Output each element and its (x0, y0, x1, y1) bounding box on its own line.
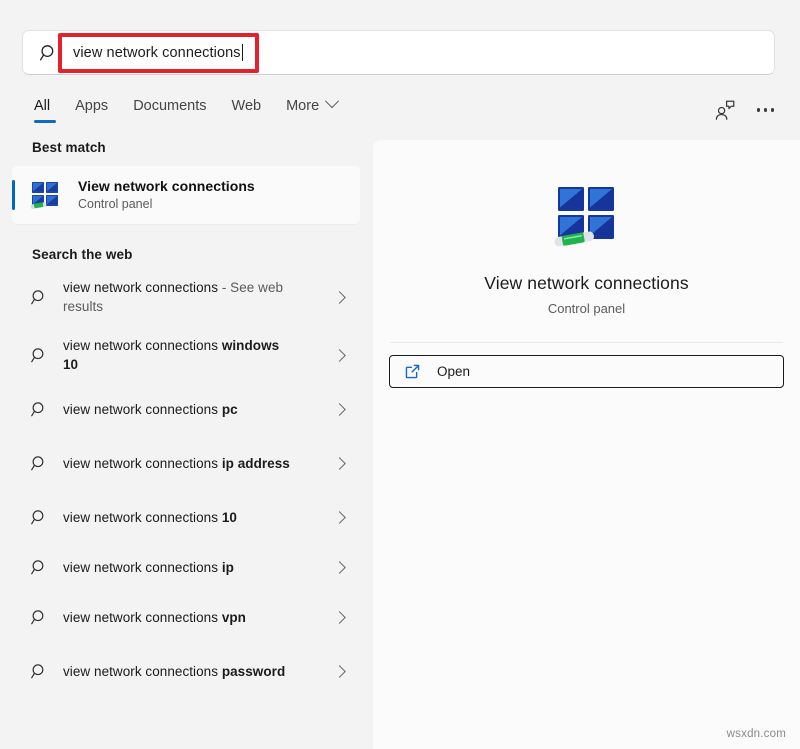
list-item-label: view network connections - See web resul… (63, 278, 291, 316)
list-item-label: view network connections pc (63, 400, 238, 419)
list-item-label: view network connections password (63, 662, 285, 681)
search-icon (30, 288, 49, 307)
tab-all[interactable]: All (30, 96, 71, 114)
list-item[interactable]: view network connections windows 10 (12, 326, 360, 384)
open-button-label: Open (437, 364, 470, 379)
search-input-value: view network connections (73, 45, 241, 61)
list-item[interactable]: view network connections vpn (12, 592, 360, 642)
list-item-label: view network connections 10 (63, 508, 237, 527)
tab-apps-label: Apps (71, 98, 112, 114)
best-match-subtitle: Control panel (78, 196, 255, 212)
tab-documents-label: Documents (129, 98, 210, 114)
chevron-right-icon[interactable] (333, 457, 346, 470)
best-match-header: Best match (0, 140, 373, 155)
tab-more[interactable]: More (282, 96, 354, 114)
search-icon (30, 662, 49, 681)
chevron-right-icon[interactable] (333, 349, 346, 362)
preview-pane: View network connections Control panel O… (373, 140, 800, 749)
external-link-icon (404, 363, 421, 380)
watermark: wsxdn.com (727, 728, 786, 740)
search-icon (30, 400, 49, 419)
chevron-right-icon[interactable] (333, 611, 346, 624)
tab-all-label: All (30, 98, 54, 114)
chevron-right-icon[interactable] (333, 665, 346, 678)
filter-tabs: All Apps Documents Web More (30, 96, 354, 134)
search-box-container: view network connections (22, 30, 775, 75)
open-button[interactable]: Open (389, 355, 784, 388)
best-match-result[interactable]: View network connections Control panel (12, 166, 360, 224)
results-list: Best match (0, 140, 373, 749)
search-icon (30, 508, 49, 527)
text-caret (242, 44, 243, 61)
tab-apps[interactable]: Apps (71, 96, 129, 114)
selection-accent-bar (12, 180, 15, 210)
preview-subtitle: Control panel (373, 301, 800, 316)
search-icon (30, 346, 49, 365)
header-actions (713, 98, 775, 122)
chevron-right-icon[interactable] (333, 291, 346, 304)
tab-web[interactable]: Web (228, 96, 283, 114)
search-web-header: Search the web (0, 247, 373, 262)
list-item-label: view network connections vpn (63, 608, 246, 627)
list-item[interactable]: view network connections 10 (12, 492, 360, 542)
list-item[interactable]: view network connections - See web resul… (12, 268, 360, 326)
search-icon (30, 558, 49, 577)
chevron-down-icon (325, 94, 339, 108)
more-options-icon[interactable] (757, 98, 775, 122)
list-item-label: view network connections ip address (63, 454, 290, 473)
list-item[interactable]: view network connections ip (12, 542, 360, 592)
network-connections-icon (550, 177, 624, 251)
preview-title: View network connections (373, 273, 800, 294)
search-icon (30, 608, 49, 627)
search-icon (30, 454, 49, 473)
chevron-right-icon[interactable] (333, 403, 346, 416)
tab-web-label: Web (228, 98, 266, 114)
search-input[interactable]: view network connections (22, 30, 775, 75)
chevron-right-icon[interactable] (333, 511, 346, 524)
tab-active-underline (34, 120, 56, 123)
list-item-label: view network connections windows 10 (63, 336, 291, 374)
divider (390, 342, 783, 343)
web-suggestions-list: view network connections - See web resul… (0, 268, 373, 700)
network-connections-icon (29, 178, 63, 212)
best-match-title: View network connections (78, 178, 255, 195)
list-item[interactable]: view network connections ip address (12, 434, 360, 492)
tab-documents[interactable]: Documents (129, 96, 227, 114)
chevron-right-icon[interactable] (333, 561, 346, 574)
feedback-icon[interactable] (713, 98, 737, 122)
windows-search-panel: view network connections All Apps Docume… (0, 0, 800, 749)
list-item[interactable]: view network connections password (12, 642, 360, 700)
search-icon (39, 43, 59, 63)
list-item[interactable]: view network connections pc (12, 384, 360, 434)
list-item-label: view network connections ip (63, 558, 234, 577)
tab-more-label: More (282, 98, 321, 114)
